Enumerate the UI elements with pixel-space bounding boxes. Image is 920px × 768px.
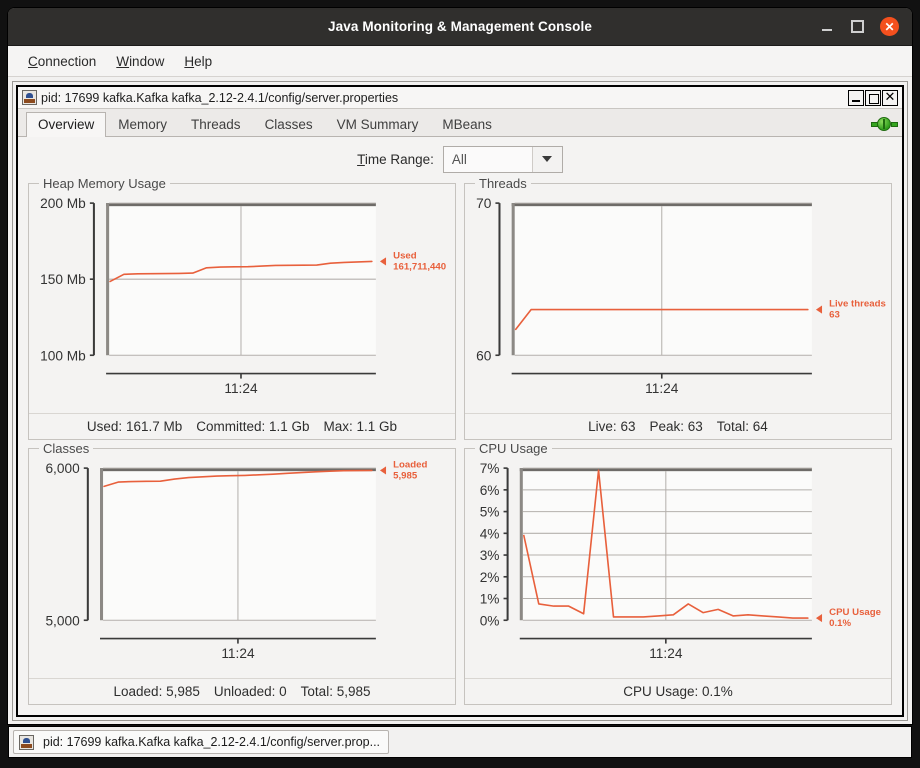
svg-text:5,985: 5,985	[393, 471, 418, 482]
threads-live-stat: Live: 63	[588, 419, 635, 434]
time-range-bar: Time Range: All	[18, 137, 902, 181]
svg-text:60: 60	[476, 348, 492, 363]
close-icon[interactable]: ✕	[880, 17, 899, 36]
svg-text:Used: Used	[393, 250, 417, 261]
maximize-icon[interactable]	[849, 18, 866, 35]
window-title: Java Monitoring & Management Console	[8, 19, 912, 34]
internal-maximize-icon[interactable]	[865, 90, 881, 106]
internal-frame-buttons	[848, 90, 900, 106]
panel-title-classes: Classes	[39, 441, 93, 456]
internal-minimize-icon[interactable]	[848, 90, 864, 106]
svg-text:100 Mb: 100 Mb	[40, 348, 86, 363]
cpu-usage-stat: CPU Usage: 0.1%	[623, 684, 733, 699]
heap-max-stat: Max: 1.1 Gb	[324, 419, 398, 434]
svg-text:63: 63	[829, 310, 840, 321]
svg-text:CPU Usage: CPU Usage	[829, 607, 882, 618]
svg-text:6%: 6%	[480, 483, 500, 498]
jconsole-icon	[19, 735, 34, 750]
overview-tab-panel: Time Range: All Heap Memory Usage 100 Mb…	[18, 137, 902, 715]
svg-text:5%: 5%	[480, 505, 500, 520]
minimize-icon[interactable]	[818, 18, 835, 35]
jconsole-icon	[22, 90, 37, 105]
svg-text:11:24: 11:24	[649, 646, 683, 661]
svg-text:150 Mb: 150 Mb	[40, 272, 86, 287]
threads-peak-stat: Peak: 63	[649, 419, 702, 434]
svg-text:0%: 0%	[480, 613, 500, 628]
menu-item-connection[interactable]: Connection	[21, 51, 103, 72]
heap-committed-stat: Committed: 1.1 Gb	[196, 419, 309, 434]
svg-text:7%: 7%	[480, 461, 500, 476]
svg-text:2%: 2%	[480, 570, 500, 585]
internal-frame: pid: 17699 kafka.Kafka kafka_2.12-2.4.1/…	[16, 85, 904, 717]
time-range-value: All	[444, 147, 532, 172]
heap-used-stat: Used: 161.7 Mb	[87, 419, 182, 434]
panel-title-heap: Heap Memory Usage	[39, 176, 170, 191]
panel-threads: Threads 607011:24Live threads63 Live: 63…	[464, 183, 892, 440]
menu-item-help[interactable]: Help	[177, 51, 219, 72]
internal-close-icon[interactable]	[882, 90, 898, 106]
svg-text:Live threads: Live threads	[829, 299, 886, 310]
svg-text:Loaded: Loaded	[393, 460, 427, 470]
window-controls: ✕	[818, 17, 912, 36]
chart-heap-memory-usage[interactable]: 100 Mb 150 Mb 200 Mb 11:24 Used161,711,440	[29, 195, 455, 413]
chart-threads[interactable]: 60 70 11:24 Live threads63	[465, 195, 891, 413]
panel-footer-threads: Live: 63 Peak: 63 Total: 64	[465, 413, 891, 439]
svg-text:4%: 4%	[480, 526, 500, 541]
chart-classes[interactable]: 5,000 6,000 11:24 Loaded5,985	[29, 460, 455, 678]
svg-text:161,711,440: 161,711,440	[393, 261, 446, 272]
panel-footer-classes: Loaded: 5,985 Unloaded: 0 Total: 5,985	[29, 678, 455, 704]
taskbar-window-button[interactable]: pid: 17699 kafka.Kafka kafka_2.12-2.4.1/…	[13, 730, 389, 754]
tab-mbeans[interactable]: MBeans	[430, 112, 504, 137]
internal-frame-titlebar[interactable]: pid: 17699 kafka.Kafka kafka_2.12-2.4.1/…	[18, 87, 902, 109]
internal-frame-title: pid: 17699 kafka.Kafka kafka_2.12-2.4.1/…	[41, 91, 398, 105]
svg-text:0.1%: 0.1%	[829, 618, 851, 629]
tab-vm-summary[interactable]: VM Summary	[325, 112, 431, 137]
tabstrip: Overview Memory Threads Classes VM Summa…	[18, 109, 902, 137]
svg-text:5,000: 5,000	[45, 613, 80, 628]
application-window: Java Monitoring & Management Console ✕ C…	[8, 8, 912, 724]
panel-classes: Classes 5,0006,00011:24Loaded5,985 Loade…	[28, 448, 456, 705]
taskbar-window-label: pid: 17699 kafka.Kafka kafka_2.12-2.4.1/…	[43, 735, 380, 749]
taskbar: pid: 17699 kafka.Kafka kafka_2.12-2.4.1/…	[8, 726, 912, 758]
panel-title-threads: Threads	[475, 176, 531, 191]
tab-threads[interactable]: Threads	[179, 112, 253, 137]
classes-total-stat: Total: 5,985	[301, 684, 371, 699]
svg-text:70: 70	[476, 196, 492, 211]
time-range-combobox[interactable]: All	[443, 146, 563, 173]
svg-text:11:24: 11:24	[224, 381, 258, 396]
menu-item-help-label: elp	[194, 54, 212, 69]
svg-text:200 Mb: 200 Mb	[40, 196, 86, 211]
connected-plug-icon	[871, 117, 893, 132]
chevron-down-icon[interactable]	[532, 147, 562, 172]
mdi-desktop-pane: pid: 17699 kafka.Kafka kafka_2.12-2.4.1/…	[12, 81, 908, 721]
menubar: Connection Window Help	[8, 46, 912, 77]
svg-text:11:24: 11:24	[221, 646, 255, 661]
svg-text:11:24: 11:24	[645, 381, 679, 396]
window-titlebar[interactable]: Java Monitoring & Management Console ✕	[8, 8, 912, 46]
menu-item-window-label: indow	[129, 54, 164, 69]
classes-loaded-stat: Loaded: 5,985	[114, 684, 200, 699]
panel-cpu-usage: CPU Usage 0% 1% 2% 3% 4% 5% 6% 7% 11:24 CPU Usage…	[464, 448, 892, 705]
svg-text:3%: 3%	[480, 548, 500, 563]
svg-text:1%: 1%	[480, 592, 500, 607]
tab-overview[interactable]: Overview	[26, 112, 106, 137]
time-range-label: Time Range:	[357, 152, 434, 167]
desktop: Java Monitoring & Management Console ✕ C…	[0, 0, 920, 768]
panel-heap-memory-usage: Heap Memory Usage 100 Mb150 Mb200 Mb11:2…	[28, 183, 456, 440]
panel-footer-cpu: CPU Usage: 0.1%	[465, 678, 891, 704]
menu-item-connection-label: onnection	[38, 54, 97, 69]
tab-classes[interactable]: Classes	[253, 112, 325, 137]
threads-total-stat: Total: 64	[717, 419, 768, 434]
menu-item-window[interactable]: Window	[109, 51, 171, 72]
time-range-label-text: ime Range:	[365, 152, 434, 167]
chart-cpu-usage[interactable]: 0% 1% 2% 3% 4% 5% 6% 7% 11:24 CPU Usage0.1%	[465, 460, 891, 678]
panel-footer-heap: Used: 161.7 Mb Committed: 1.1 Gb Max: 1.…	[29, 413, 455, 439]
panel-title-cpu: CPU Usage	[475, 441, 552, 456]
overview-charts-grid: Heap Memory Usage 100 Mb150 Mb200 Mb11:2…	[18, 181, 902, 715]
svg-text:6,000: 6,000	[45, 461, 80, 476]
classes-unloaded-stat: Unloaded: 0	[214, 684, 287, 699]
tab-memory[interactable]: Memory	[106, 112, 179, 137]
